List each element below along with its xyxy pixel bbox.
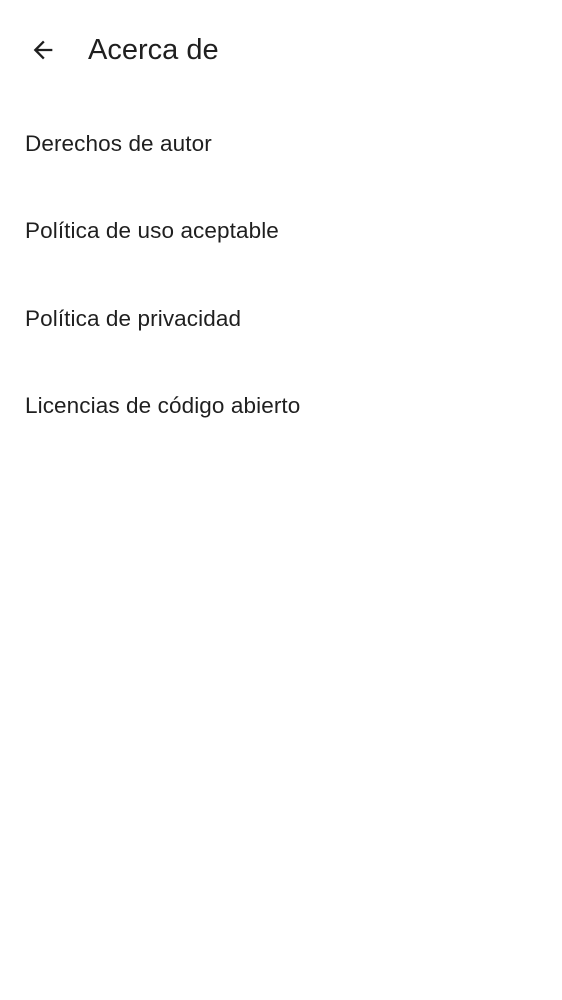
menu-item-label: Licencias de código abierto xyxy=(25,393,301,419)
arrow-back-icon xyxy=(33,40,53,60)
menu-item-copyright[interactable]: Derechos de autor xyxy=(0,100,562,188)
back-button[interactable] xyxy=(19,26,67,74)
menu-item-acceptable-use-policy[interactable]: Política de uso aceptable xyxy=(0,188,562,276)
menu-item-open-source-licenses[interactable]: Licencias de código abierto xyxy=(0,363,562,451)
about-menu-list: Derechos de autor Política de uso acepta… xyxy=(0,100,562,450)
page-title: Acerca de xyxy=(88,34,219,66)
menu-item-privacy-policy[interactable]: Política de privacidad xyxy=(0,275,562,363)
menu-item-label: Derechos de autor xyxy=(25,130,212,156)
app-bar: Acerca de xyxy=(0,0,562,100)
menu-item-label: Política de privacidad xyxy=(25,305,242,331)
menu-item-label: Política de uso aceptable xyxy=(25,218,279,244)
